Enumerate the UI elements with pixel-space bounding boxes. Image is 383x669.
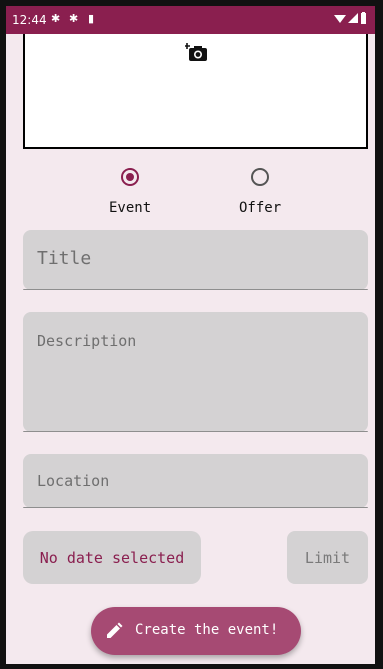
status-bar: 12:44 ✱ ✱ ▮: [6, 6, 375, 34]
status-time: 12:44: [12, 13, 47, 27]
radio-offer[interactable]: [251, 168, 269, 186]
battery-saver-icon: ▮: [88, 12, 95, 25]
location-placeholder: Location: [37, 472, 110, 490]
radio-event[interactable]: [121, 168, 139, 186]
settings-notification-icon: ✱: [69, 12, 79, 25]
field-underline: [23, 289, 368, 290]
status-indicators: [334, 12, 367, 24]
image-picker-area[interactable]: [23, 34, 368, 149]
create-event-button[interactable]: Create the event!: [91, 607, 301, 655]
limit-placeholder: Limit: [304, 548, 351, 567]
radio-offer-label[interactable]: Offer: [239, 200, 281, 216]
limit-field[interactable]: Limit: [287, 531, 368, 584]
description-field[interactable]: Description: [23, 312, 368, 432]
battery-icon: [361, 12, 366, 24]
location-field[interactable]: Location: [23, 454, 368, 508]
field-underline: [23, 431, 368, 432]
settings-notification-icon: ✱: [51, 12, 61, 25]
post-type-radio-group: Event Offer: [6, 164, 375, 224]
wifi-icon: [334, 15, 346, 23]
create-event-label: Create the event!: [135, 622, 279, 638]
field-underline: [23, 507, 368, 508]
radio-event-label[interactable]: Event: [109, 200, 151, 216]
date-picker-button[interactable]: No date selected: [23, 531, 201, 584]
title-field[interactable]: Title: [23, 230, 368, 290]
title-placeholder: Title: [37, 248, 92, 269]
app-screen: 12:44 ✱ ✱ ▮ Event Offer Title Descriptio…: [6, 6, 375, 664]
pencil-icon: [107, 622, 123, 638]
description-placeholder: Description: [37, 332, 137, 350]
signal-icon: [348, 13, 358, 23]
add-a-photo-icon[interactable]: [185, 42, 209, 62]
